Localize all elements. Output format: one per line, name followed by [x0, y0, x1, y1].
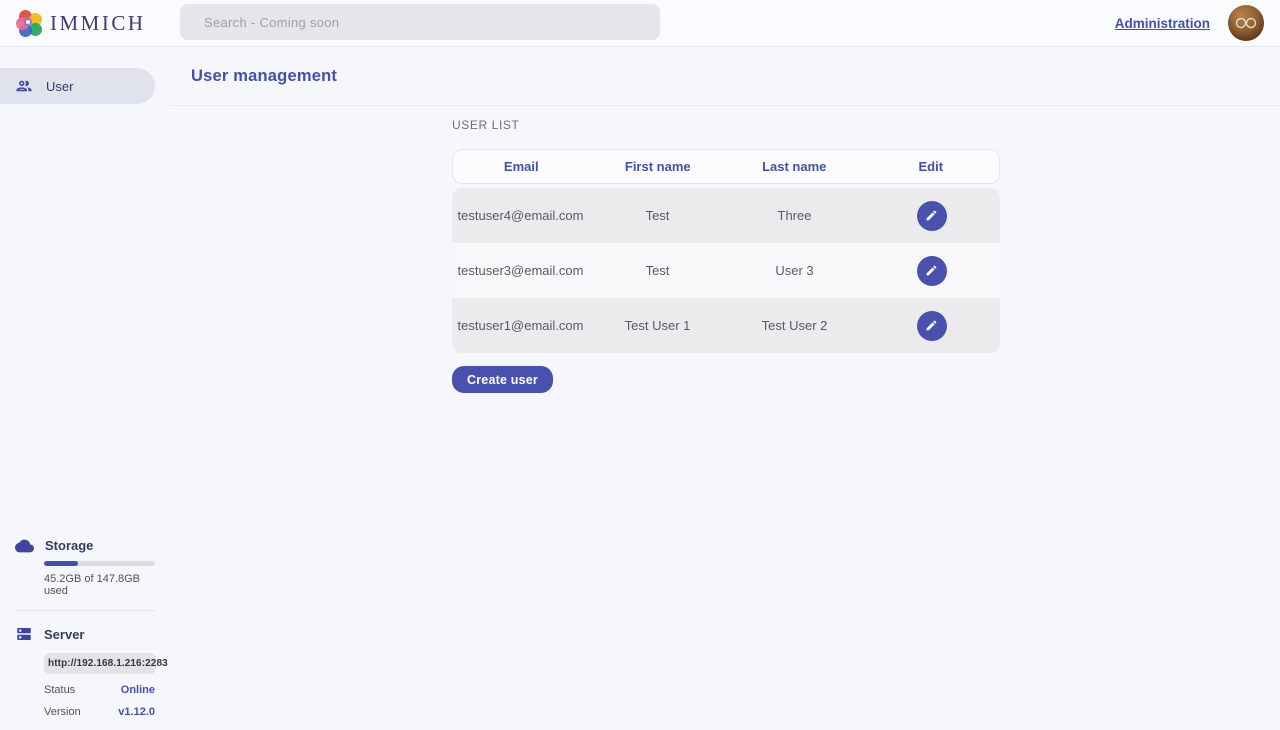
col-header-email: Email [453, 159, 590, 174]
edit-user-button[interactable] [917, 201, 947, 231]
main-content: User management USER LIST Email First na… [170, 47, 1280, 730]
storage-usage-text: 45.2GB of 147.8GB used [44, 573, 155, 597]
storage-progress-bar [44, 561, 155, 566]
table-row: testuser3@email.com Test User 3 [452, 243, 1000, 298]
cell-email: testuser3@email.com [452, 263, 589, 278]
status-value: Online [121, 684, 155, 696]
cell-first-name: Test [589, 208, 726, 223]
version-label: Version [44, 706, 81, 718]
col-header-edit: Edit [863, 159, 1000, 174]
user-avatar[interactable] [1228, 5, 1264, 41]
sidebar: User Storage 45.2GB of 147.8GB used Serv… [0, 47, 170, 730]
col-header-first-name: First name [590, 159, 727, 174]
sidebar-status-panel: Storage 45.2GB of 147.8GB used Server ht… [0, 538, 170, 718]
pencil-icon [925, 319, 938, 332]
cell-email: testuser4@email.com [452, 208, 589, 223]
pencil-icon [925, 264, 938, 277]
cell-last-name: Test User 2 [726, 318, 863, 333]
storage-progress-fill [44, 561, 78, 566]
table-row: testuser4@email.com Test Three [452, 188, 1000, 243]
cell-email: testuser1@email.com [452, 318, 589, 333]
cell-first-name: Test User 1 [589, 318, 726, 333]
table-row: testuser1@email.com Test User 1 Test Use… [452, 298, 1000, 353]
glasses-icon [1235, 17, 1257, 29]
server-icon [15, 625, 33, 643]
brand-name: IMMICH [50, 11, 146, 36]
table-body: testuser4@email.com Test Three testuser3… [452, 188, 1000, 353]
edit-user-button[interactable] [917, 256, 947, 286]
user-table: Email First name Last name Edit testuser… [452, 149, 1000, 353]
sidebar-item-user-label: User [46, 79, 73, 94]
server-url-badge: http://192.168.1.216:2283 [44, 653, 156, 674]
cloud-icon [15, 539, 34, 553]
table-header-row: Email First name Last name Edit [452, 149, 1000, 184]
cell-first-name: Test [589, 263, 726, 278]
server-version-row: Version v1.12.0 [44, 706, 155, 718]
administration-link[interactable]: Administration [1115, 16, 1210, 31]
pencil-icon [925, 209, 938, 222]
top-bar: IMMICH Administration [0, 0, 1280, 47]
edit-user-button[interactable] [917, 311, 947, 341]
users-icon [15, 77, 33, 95]
sidebar-item-user[interactable]: User [0, 68, 155, 104]
sidebar-divider [15, 610, 155, 611]
immich-logo: IMMICH [16, 10, 146, 37]
storage-title: Storage [45, 538, 93, 553]
search-input[interactable] [180, 4, 660, 40]
status-label: Status [44, 684, 75, 696]
user-list-label: USER LIST [452, 118, 1280, 132]
cell-last-name: Three [726, 208, 863, 223]
page-title: User management [191, 67, 337, 86]
immich-flower-icon [16, 10, 43, 37]
col-header-last-name: Last name [726, 159, 863, 174]
cell-last-name: User 3 [726, 263, 863, 278]
server-title: Server [44, 627, 84, 642]
page-header: User management [170, 47, 1280, 106]
version-value: v1.12.0 [118, 706, 155, 718]
create-user-button[interactable]: Create user [452, 366, 553, 393]
server-status-row: Status Online [44, 684, 155, 696]
